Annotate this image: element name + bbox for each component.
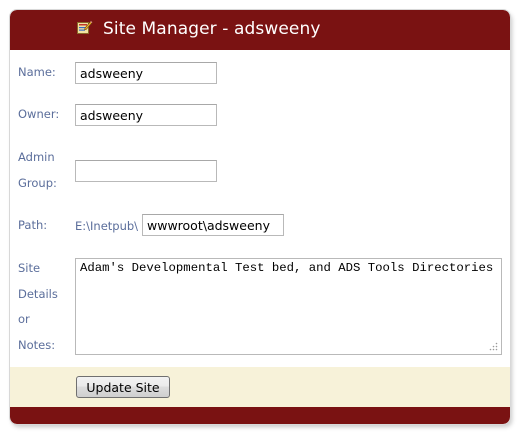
owner-input[interactable] xyxy=(75,104,217,126)
bottom-bar xyxy=(10,407,510,424)
admin-group-label-line2: Group: xyxy=(18,175,57,190)
site-manager-icon xyxy=(77,20,93,34)
admin-group-label: Admin Group: xyxy=(18,145,57,196)
site-manager-window: Site Manager - adsweeny Name: Owner: Adm… xyxy=(10,10,510,424)
notes-label: Site Details or Notes: xyxy=(18,256,58,358)
path-label: Path: xyxy=(18,218,48,232)
admin-group-input[interactable] xyxy=(75,160,217,182)
name-input[interactable] xyxy=(75,62,217,84)
notes-label-line3: or xyxy=(18,312,30,326)
owner-label: Owner: xyxy=(18,107,60,121)
admin-group-label-line1: Admin xyxy=(18,150,55,164)
resize-grip-icon[interactable] xyxy=(489,342,498,351)
name-label: Name: xyxy=(18,65,56,79)
header-bar: Site Manager - adsweeny xyxy=(10,10,510,50)
notes-label-line2: Details xyxy=(18,286,58,301)
update-site-button[interactable]: Update Site xyxy=(76,376,170,398)
notes-label-line4: Notes: xyxy=(18,337,56,352)
notes-label-line1: Site xyxy=(18,261,41,275)
path-input[interactable] xyxy=(142,214,284,236)
path-prefix: E:\Inetpub\ xyxy=(75,219,139,233)
window-title: Site Manager - adsweeny xyxy=(103,19,321,39)
notes-textarea[interactable] xyxy=(75,258,502,355)
